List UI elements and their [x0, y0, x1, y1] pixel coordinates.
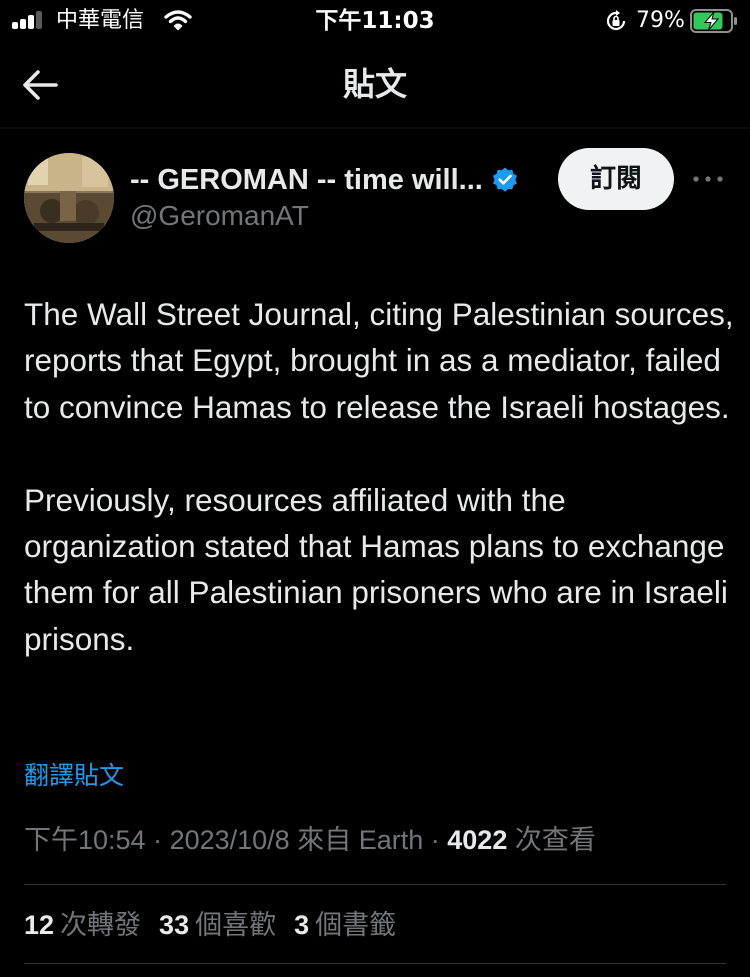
- display-name[interactable]: -- GEROMAN -- time will...: [130, 162, 483, 198]
- rotation-lock-icon: [606, 10, 626, 31]
- translate-post-link[interactable]: 翻譯貼文: [24, 760, 124, 792]
- arrow-left-icon: [23, 70, 58, 100]
- meta-separator: ·: [145, 825, 170, 855]
- battery-charging-icon: [690, 9, 737, 33]
- bookmarks-label: 個書籤: [315, 910, 397, 940]
- avatar-image: [24, 153, 114, 243]
- divider: [24, 963, 726, 964]
- views-count: 4022: [447, 825, 508, 855]
- likes-stat[interactable]: 33 個喜歡: [159, 906, 276, 944]
- battery-percent: 79%: [636, 8, 685, 33]
- status-bar: 中華電信 下午11:03 79%: [0, 0, 750, 44]
- tweet-time[interactable]: 下午10:54: [24, 825, 146, 855]
- nav-header: 貼文: [0, 48, 750, 124]
- engagement-stats: 12 次轉發 33 個喜歡 3 個書籤: [24, 906, 414, 944]
- back-button[interactable]: [18, 62, 64, 108]
- subscribe-button[interactable]: 訂閱: [558, 148, 674, 210]
- display-name-row: -- GEROMAN -- time will...: [130, 162, 519, 198]
- tweet-text: The Wall Street Journal, citing Palestin…: [24, 291, 734, 662]
- more-button[interactable]: [690, 164, 726, 194]
- retweets-count: 12: [24, 910, 55, 940]
- source-prefix: 來自: [289, 825, 359, 855]
- user-handle[interactable]: @GeromanAT: [130, 199, 309, 233]
- views-label: 次查看: [507, 825, 596, 855]
- bookmarks-stat[interactable]: 3 個書籤: [294, 906, 396, 944]
- tweet-meta: 下午10:54 · 2023/10/8 來自 Earth · 4022 次查看: [24, 822, 596, 858]
- verified-badge-icon: [492, 167, 517, 192]
- bookmarks-count: 3: [294, 910, 310, 940]
- avatar[interactable]: [24, 153, 114, 243]
- more-horizontal-icon: [693, 176, 723, 182]
- likes-count: 33: [159, 910, 190, 940]
- likes-label: 個喜歡: [195, 910, 277, 940]
- tweet-paragraph: The Wall Street Journal, citing Palestin…: [24, 296, 734, 425]
- header-divider: [0, 127, 750, 129]
- tweet-source: Earth: [358, 825, 424, 855]
- tweet-paragraph: Previously, resources affiliated with th…: [24, 481, 728, 657]
- divider: [24, 884, 726, 885]
- retweets-stat[interactable]: 12 次轉發: [24, 906, 141, 944]
- tweet-date[interactable]: 2023/10/8: [170, 825, 290, 855]
- page-title: 貼文: [342, 65, 407, 103]
- meta-separator: ·: [423, 825, 448, 855]
- retweets-label: 次轉發: [60, 910, 142, 940]
